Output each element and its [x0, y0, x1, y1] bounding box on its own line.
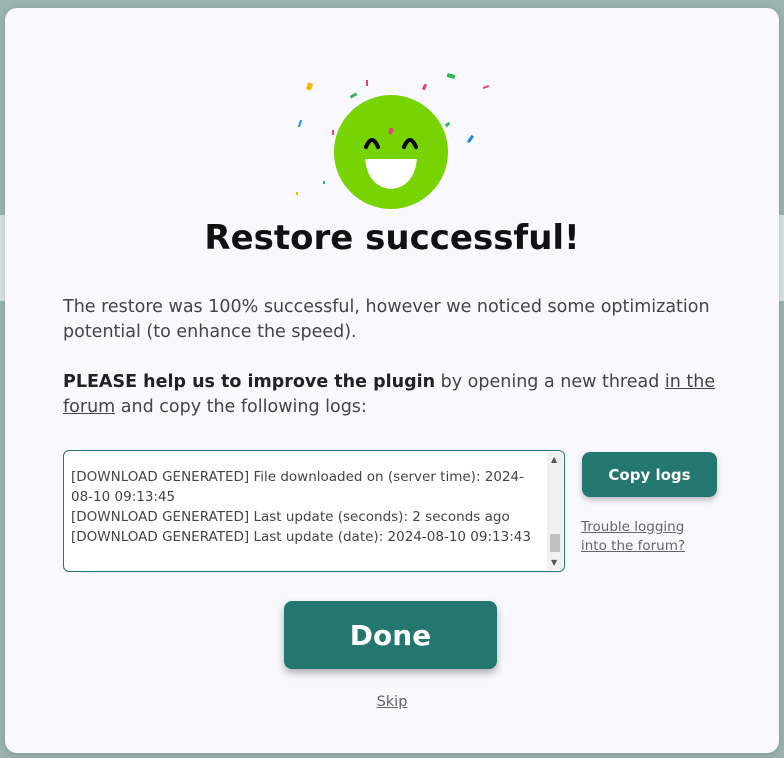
skip-link: Skip	[5, 694, 779, 710]
success-message: The restore was 100% successful, however…	[63, 297, 710, 342]
scroll-down-icon[interactable]: ▼	[551, 558, 557, 567]
help-middle-text: by opening a new thread	[435, 372, 665, 392]
skip-link-text[interactable]: Skip	[377, 694, 408, 710]
restore-success-dialog: Restore successful! The restore was 100%…	[5, 8, 779, 753]
scroll-up-icon[interactable]: ▲	[551, 455, 557, 464]
done-button[interactable]: Done	[284, 601, 497, 669]
background-page	[779, 215, 784, 301]
logs-text: [DOWNLOAD GENERATED] File downloaded on …	[71, 469, 531, 545]
scroll-thumb[interactable]	[550, 534, 560, 552]
trouble-logging-link[interactable]: Trouble logging into the forum?	[581, 518, 711, 556]
help-request-text: PLEASE help us to improve the plugin by …	[63, 370, 723, 420]
dialog-title: Restore successful!	[204, 218, 580, 258]
help-bold-text: PLEASE help us to improve the plugin	[63, 372, 436, 392]
happy-smiley-icon	[334, 95, 448, 209]
help-end-text: and copy the following logs:	[115, 397, 367, 417]
logs-textarea[interactable]: [DOWNLOAD GENERATED] File downloaded on …	[63, 450, 565, 572]
copy-logs-button[interactable]: Copy logs	[582, 452, 717, 497]
logs-scrollbar[interactable]: ▲ ▼	[547, 452, 563, 570]
